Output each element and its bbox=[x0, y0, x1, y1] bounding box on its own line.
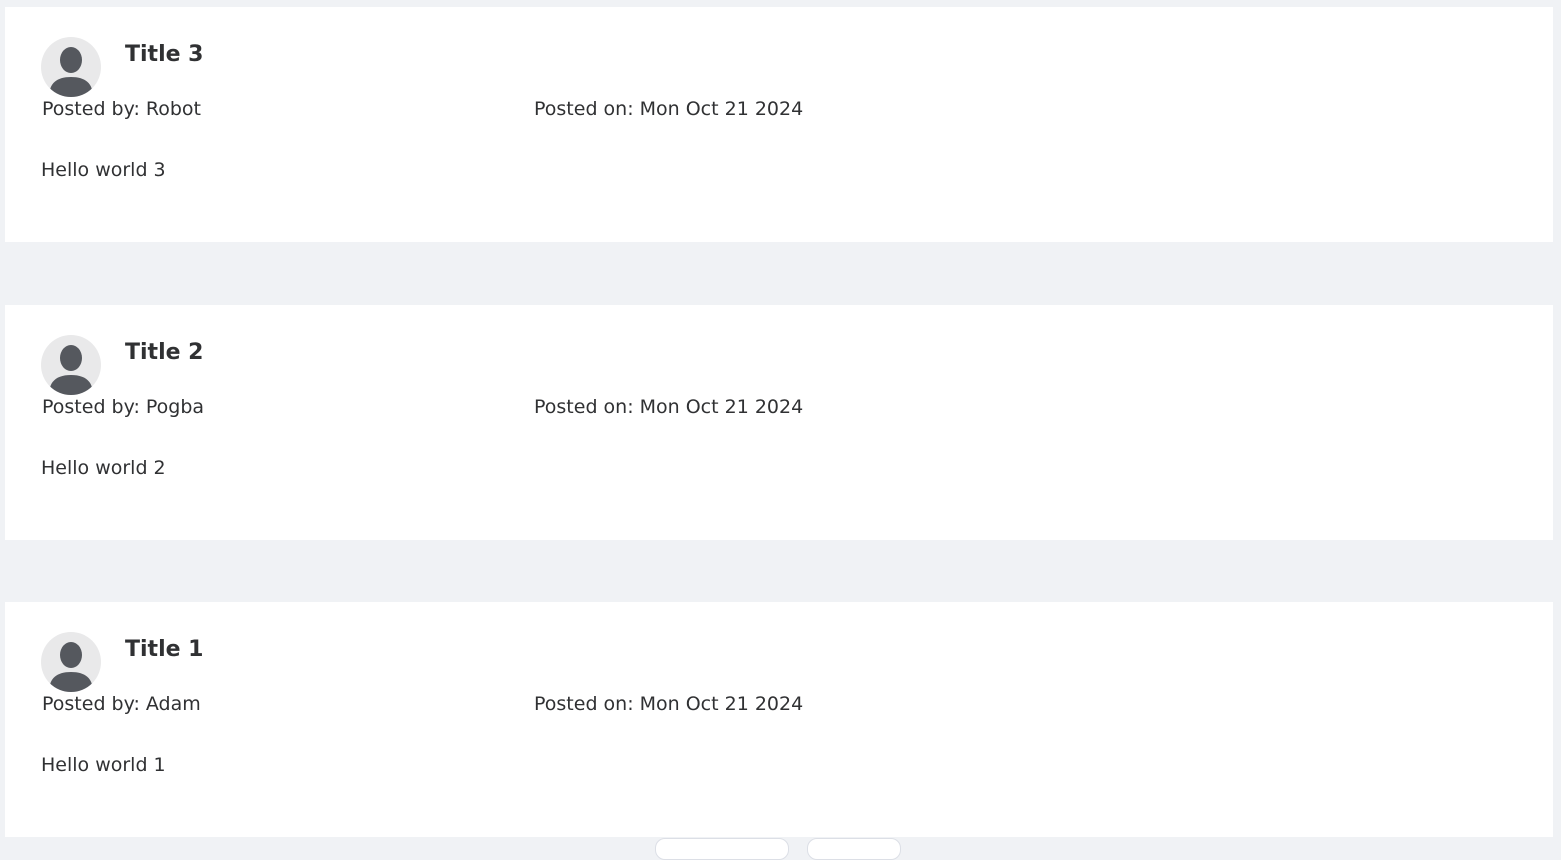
post-date: Posted on: Mon Oct 21 2024 bbox=[534, 98, 803, 120]
user-silhouette-icon[interactable] bbox=[41, 632, 101, 692]
post-author: Posted by: Adam bbox=[42, 693, 201, 715]
post-content: Hello world 2 bbox=[41, 457, 166, 479]
author-name: Robot bbox=[145, 98, 201, 120]
post-title[interactable]: Title 3 bbox=[125, 42, 204, 67]
author-separator: : bbox=[133, 693, 140, 715]
author-label: Posted by bbox=[42, 98, 134, 120]
date-separator: : bbox=[627, 98, 634, 120]
date-value: Mon Oct 21 2024 bbox=[639, 396, 804, 418]
post-date: Posted on: Mon Oct 21 2024 bbox=[534, 396, 803, 418]
post-content: Hello world 3 bbox=[41, 159, 166, 181]
author-separator: : bbox=[133, 396, 140, 418]
author-label: Posted by bbox=[42, 396, 134, 418]
author-separator: : bbox=[133, 98, 140, 120]
post-card: Title 1 Posted by: Adam Posted on: Mon Oct… bbox=[5, 602, 1553, 837]
author-name: Pogba bbox=[145, 396, 205, 418]
date-label: Posted on bbox=[534, 693, 628, 715]
post-card: Title 3 Posted by: Robot Posted on: Mon Oc… bbox=[5, 7, 1553, 242]
date-label: Posted on bbox=[534, 396, 628, 418]
user-silhouette-icon[interactable] bbox=[41, 335, 101, 395]
post-date: Posted on: Mon Oct 21 2024 bbox=[534, 693, 803, 715]
post-card: Title 2 Posted by: Pogba Posted on: Mon Oc… bbox=[5, 305, 1553, 540]
post-author: Posted by: Pogba bbox=[42, 396, 204, 418]
author-label: Posted by bbox=[42, 693, 134, 715]
pagination-button[interactable] bbox=[807, 838, 901, 860]
date-value: Mon Oct 21 2024 bbox=[639, 98, 804, 120]
date-label: Posted on bbox=[534, 98, 628, 120]
pagination-button[interactable] bbox=[655, 838, 789, 860]
post-content: Hello world 1 bbox=[41, 754, 166, 776]
user-silhouette-icon[interactable] bbox=[41, 37, 101, 97]
date-separator: : bbox=[627, 396, 634, 418]
date-separator: : bbox=[627, 693, 634, 715]
post-author: Posted by: Robot bbox=[42, 98, 201, 120]
post-title[interactable]: Title 1 bbox=[125, 637, 204, 662]
date-value: Mon Oct 21 2024 bbox=[639, 693, 804, 715]
author-name: Adam bbox=[145, 693, 201, 715]
post-title[interactable]: Title 2 bbox=[125, 340, 204, 365]
